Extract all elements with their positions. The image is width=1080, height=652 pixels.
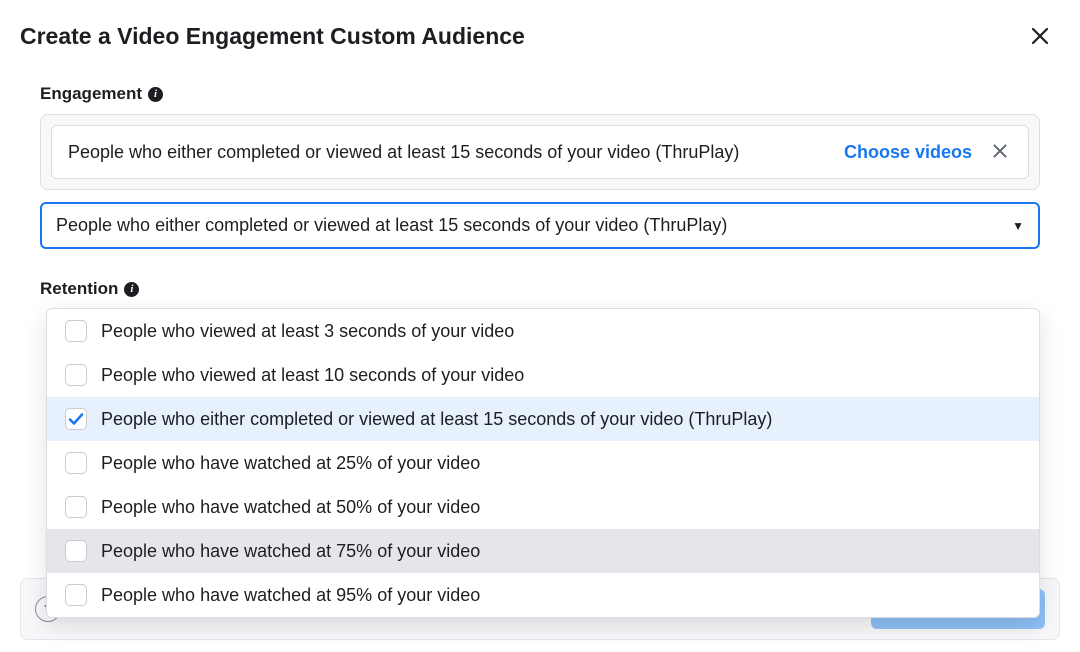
retention-label: Retention i: [40, 279, 1040, 299]
engagement-row: People who either completed or viewed at…: [51, 125, 1029, 179]
option-label: People who have watched at 25% of your v…: [101, 453, 480, 474]
option-label: People who either completed or viewed at…: [101, 409, 772, 430]
engagement-dropdown[interactable]: People who either completed or viewed at…: [40, 202, 1040, 249]
close-icon: [992, 143, 1008, 159]
engagement-selected-text: People who either completed or viewed at…: [68, 142, 828, 163]
option-label: People who have watched at 75% of your v…: [101, 541, 480, 562]
option-row[interactable]: People who viewed at least 10 seconds of…: [47, 353, 1039, 397]
option-checkbox[interactable]: [65, 320, 87, 342]
option-label: People who have watched at 50% of your v…: [101, 497, 480, 518]
option-checkbox[interactable]: [65, 496, 87, 518]
option-row[interactable]: People who viewed at least 3 seconds of …: [47, 309, 1039, 353]
modal-title: Create a Video Engagement Custom Audienc…: [20, 23, 525, 50]
option-label: People who viewed at least 3 seconds of …: [101, 321, 514, 342]
option-label: People who have watched at 95% of your v…: [101, 585, 480, 606]
option-checkbox[interactable]: [65, 408, 87, 430]
option-checkbox[interactable]: [65, 452, 87, 474]
retention-label-text: Retention: [40, 279, 118, 299]
options-dropdown-list: People who viewed at least 3 seconds of …: [46, 308, 1040, 618]
engagement-label-text: Engagement: [40, 84, 142, 104]
option-row[interactable]: People who have watched at 95% of your v…: [47, 573, 1039, 617]
engagement-card: People who either completed or viewed at…: [40, 114, 1040, 190]
check-icon: [68, 411, 84, 427]
close-icon: [1030, 26, 1050, 46]
info-icon[interactable]: i: [148, 87, 163, 102]
option-row[interactable]: People who either completed or viewed at…: [47, 397, 1039, 441]
option-checkbox[interactable]: [65, 364, 87, 386]
remove-engagement-button[interactable]: [988, 139, 1012, 165]
chevron-down-icon: ▼: [1012, 219, 1024, 233]
option-label: People who viewed at least 10 seconds of…: [101, 365, 524, 386]
option-checkbox[interactable]: [65, 584, 87, 606]
dropdown-selected-text: People who either completed or viewed at…: [56, 215, 727, 236]
option-row[interactable]: People who have watched at 75% of your v…: [47, 529, 1039, 573]
option-row[interactable]: People who have watched at 25% of your v…: [47, 441, 1039, 485]
option-checkbox[interactable]: [65, 540, 87, 562]
info-icon[interactable]: i: [124, 282, 139, 297]
engagement-label: Engagement i: [40, 84, 1040, 104]
choose-videos-link[interactable]: Choose videos: [844, 142, 972, 163]
option-row[interactable]: People who have watched at 50% of your v…: [47, 485, 1039, 529]
close-button[interactable]: [1024, 20, 1056, 52]
